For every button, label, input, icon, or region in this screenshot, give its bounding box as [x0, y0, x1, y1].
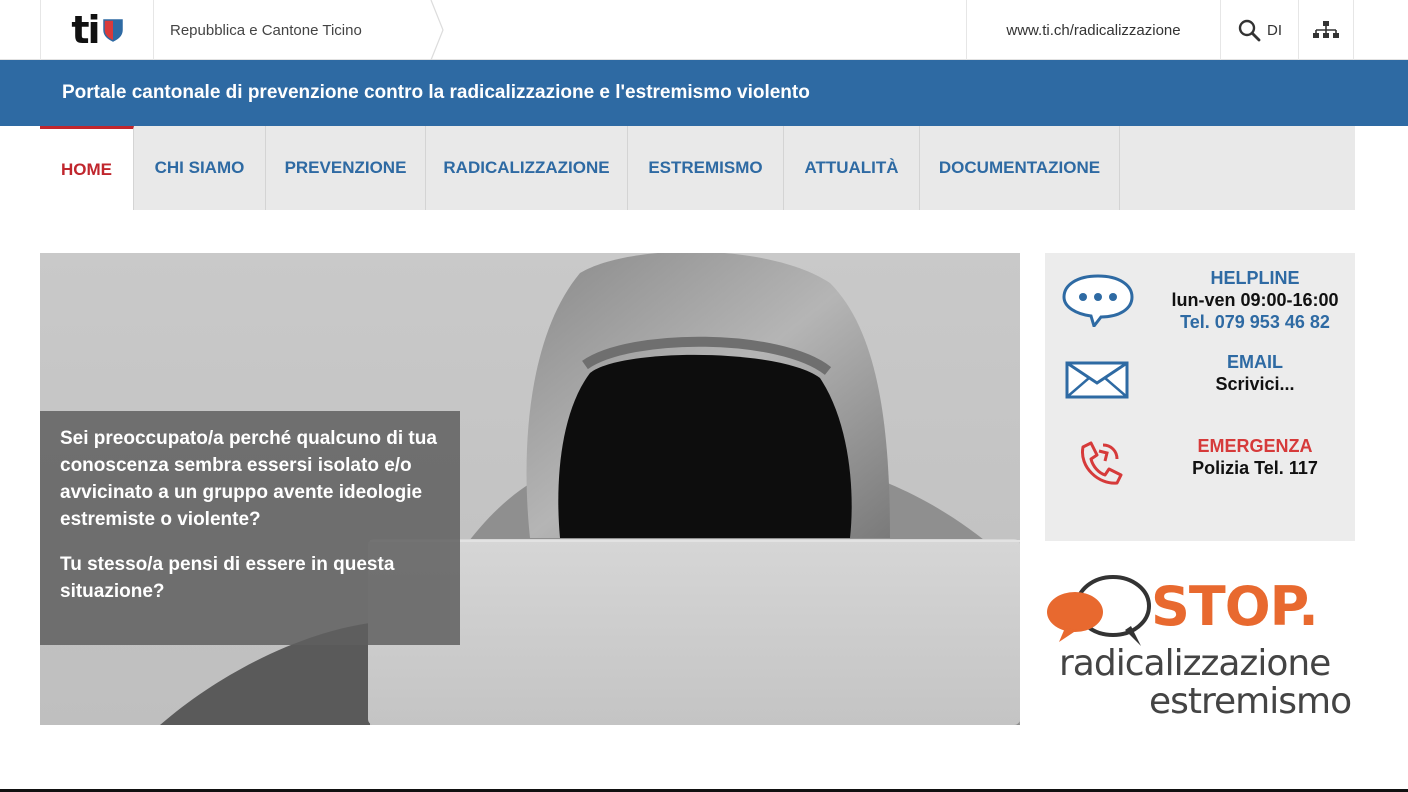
chat-bubble-icon: [1062, 274, 1134, 327]
logo-text: ti: [71, 8, 100, 52]
hero-question-1: Sei preoccupato/a perché qualcuno di tua…: [60, 428, 437, 530]
stop-line-estremismo: estremismo: [1149, 681, 1352, 722]
hero-banner[interactable]: Sei preoccupato/a perché qualcuno di tua…: [40, 253, 1020, 725]
stop-radicalizzazione-logo[interactable]: STOP. radicalizzazione estremismo: [1045, 572, 1355, 722]
nav-prevenzione[interactable]: PREVENZIONE: [266, 126, 426, 210]
email-action[interactable]: Scrivici...: [1155, 373, 1355, 395]
sitemap-button[interactable]: [1298, 0, 1354, 60]
nav-home[interactable]: HOME: [40, 126, 134, 210]
helpline-phone[interactable]: Tel. 079 953 46 82: [1155, 311, 1355, 333]
breadcrumb-chevron-icon: [430, 0, 444, 60]
stop-word: STOP.: [1151, 575, 1319, 638]
site-url: www.ti.ch/radicalizzazione: [1006, 21, 1181, 39]
phone-icon: [1081, 441, 1123, 485]
nav-estremismo[interactable]: ESTREMISMO: [628, 126, 784, 210]
search-icon: [1238, 19, 1261, 42]
contact-panel: HELPLINE lun-ven 09:00-16:00 Tel. 079 95…: [1045, 253, 1355, 541]
emergency-phone[interactable]: Polizia Tel. 117: [1155, 457, 1355, 479]
banner-title: Portale cantonale di prevenzione contro …: [62, 82, 810, 103]
helpline-hours: lun-ven 09:00-16:00: [1171, 290, 1339, 310]
helpline-title: HELPLINE: [1210, 268, 1300, 288]
site-url-link[interactable]: www.ti.ch/radicalizzazione: [966, 0, 1220, 60]
nav-documentazione[interactable]: DOCUMENTAZIONE: [920, 126, 1120, 210]
language-label: DI: [1267, 21, 1282, 39]
org-name: Repubblica e Cantone Ticino: [170, 21, 362, 39]
nav-attualita[interactable]: ATTUALITÀ: [784, 126, 920, 210]
hero-question-box: Sei preoccupato/a perché qualcuno di tua…: [40, 411, 460, 645]
hero-question-2: Tu stesso/a pensi di essere in questa si…: [60, 554, 395, 602]
shield-icon: [102, 19, 123, 42]
nav-radicalizzazione[interactable]: RADICALIZZAZIONE: [426, 126, 628, 210]
main-nav: HOME CHI SIAMO PREVENZIONE RADICALIZZAZI…: [40, 126, 1355, 210]
search-button[interactable]: DI: [1220, 0, 1298, 60]
envelope-icon: [1065, 361, 1129, 399]
org-breadcrumb[interactable]: Repubblica e Cantone Ticino: [154, 0, 444, 60]
sitemap-icon: [1313, 21, 1339, 38]
email-title: EMAIL: [1227, 352, 1283, 372]
speech-bubbles-icon: [1047, 575, 1151, 646]
canton-logo[interactable]: ti: [40, 0, 154, 60]
emergency-title: EMERGENZA: [1197, 436, 1313, 456]
nav-chi-siamo[interactable]: CHI SIAMO: [134, 126, 266, 210]
top-bar: ti Repubblica e Cantone Ticino www.ti.ch…: [0, 0, 1408, 60]
portal-banner: Portale cantonale di prevenzione contro …: [0, 60, 1408, 126]
stop-line-radicalizzazione: radicalizzazione: [1059, 643, 1331, 684]
